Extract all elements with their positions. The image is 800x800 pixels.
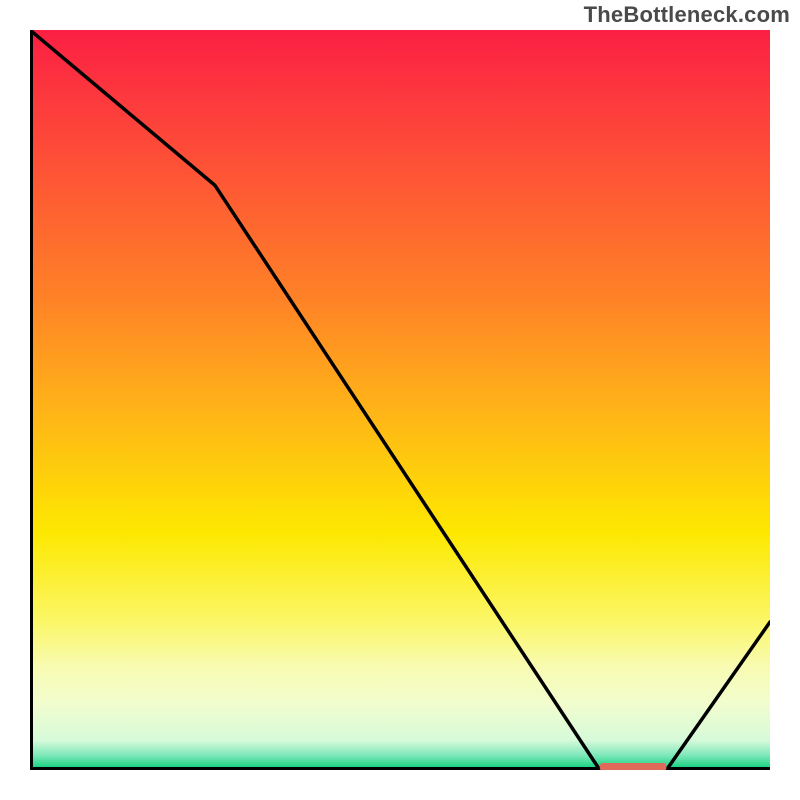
chart-canvas: TheBottleneck.com bbox=[0, 0, 800, 800]
gradient-background bbox=[30, 30, 770, 770]
watermark-text: TheBottleneck.com bbox=[584, 2, 790, 28]
plot-area bbox=[30, 30, 770, 770]
